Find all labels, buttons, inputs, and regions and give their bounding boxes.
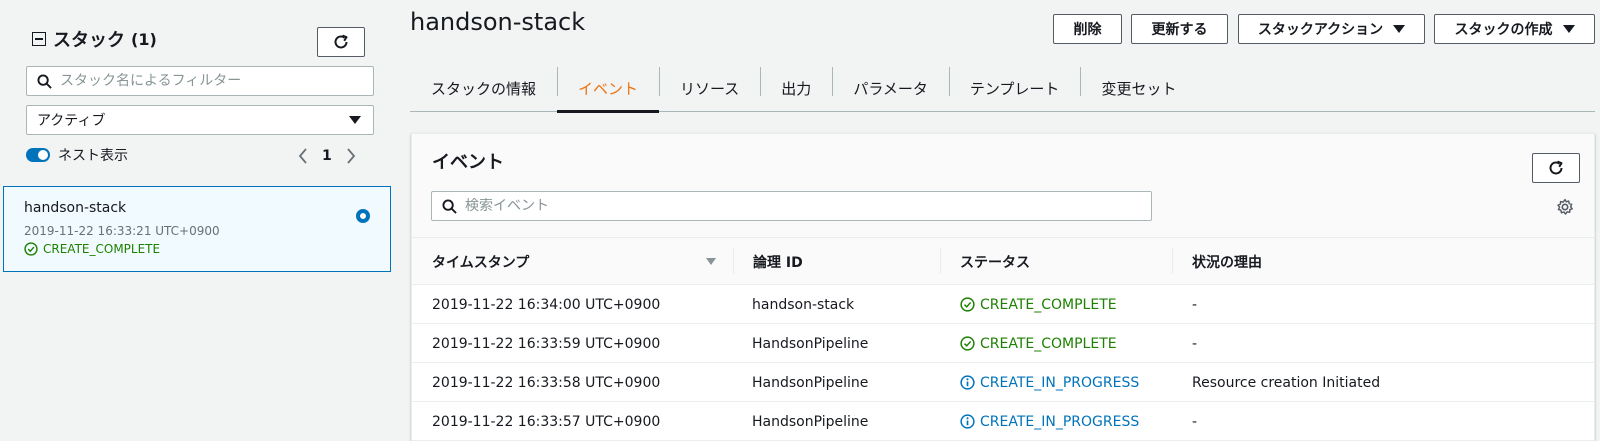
info-icon — [960, 414, 975, 429]
events-title: イベント — [432, 152, 504, 173]
update-button-label: 更新する — [1151, 22, 1208, 38]
stack-status-select[interactable]: アクティブ — [26, 105, 374, 135]
stack-item-status-text: CREATE_COMPLETE — [43, 242, 161, 256]
cell-timestamp: 2019-11-22 16:33:59 UTC+0900 — [432, 335, 661, 352]
events-table-header: タイムスタンプ 論理 ID ステータス 状況の理由 — [412, 238, 1594, 285]
tab-stack-info[interactable]: スタックの情報 — [410, 66, 557, 112]
cell-timestamp: 2019-11-22 16:34:00 UTC+0900 — [432, 296, 661, 313]
stack-item-radio[interactable] — [356, 209, 370, 223]
column-header-timestamp[interactable]: タイムスタンプ — [432, 238, 732, 285]
delete-button-label: 削除 — [1073, 22, 1102, 38]
gear-icon[interactable] — [1556, 198, 1574, 220]
chevron-right-icon[interactable] — [346, 148, 356, 164]
cell-status: CREATE_IN_PROGRESS — [960, 363, 1139, 402]
collapse-icon[interactable] — [32, 32, 46, 46]
stacks-title: スタック (1) — [32, 26, 157, 52]
delete-button[interactable]: 削除 — [1053, 14, 1122, 44]
column-header-logical-id-label: 論理 ID — [753, 254, 803, 271]
search-icon — [442, 198, 457, 214]
stacks-title-text: スタック — [53, 30, 125, 51]
events-search-input[interactable] — [465, 198, 1151, 214]
column-header-status-label: ステータス — [960, 254, 1030, 271]
update-button[interactable]: 更新する — [1131, 14, 1228, 44]
cell-logical-id: HandsonPipeline — [752, 374, 869, 391]
refresh-icon — [334, 34, 348, 49]
success-check-icon — [960, 297, 975, 312]
cell-logical-id: HandsonPipeline — [752, 413, 869, 430]
table-row[interactable]: 2019-11-22 16:33:59 UTC+0900 HandsonPipe… — [412, 324, 1594, 363]
events-panel-header: イベント — [412, 134, 1594, 238]
cell-status: CREATE_COMPLETE — [960, 285, 1117, 324]
page-title: handson-stack — [410, 8, 586, 36]
cell-logical-id: HandsonPipeline — [752, 335, 869, 352]
cell-status-reason: - — [1192, 413, 1198, 430]
stacks-pagination: 1 — [298, 148, 356, 164]
cell-status-reason: - — [1192, 296, 1198, 313]
success-check-icon — [24, 242, 38, 256]
stack-detail-tabs: スタックの情報 イベント リソース 出力 パラメータ テンプレート 変更セット — [410, 66, 1595, 113]
current-page-number[interactable]: 1 — [322, 148, 332, 164]
stack-filter-input[interactable] — [60, 73, 373, 89]
create-stack-button[interactable]: スタックの作成 — [1434, 14, 1595, 44]
stacks-count: (1) — [131, 29, 157, 49]
caret-down-icon — [1562, 25, 1575, 33]
tab-change-sets[interactable]: 変更セット — [1080, 66, 1197, 112]
events-panel: イベント タイムスタンプ 論理 ID — [411, 133, 1595, 441]
events-refresh-button[interactable] — [1532, 153, 1580, 183]
stack-item-time: 2019-11-22 16:33:21 UTC+0900 — [24, 224, 220, 238]
tab-outputs[interactable]: 出力 — [760, 66, 832, 112]
cell-logical-id: handson-stack — [752, 296, 855, 313]
cell-status: CREATE_IN_PROGRESS — [960, 402, 1139, 441]
cell-status-reason: - — [1192, 335, 1198, 352]
cell-status-text: CREATE_IN_PROGRESS — [980, 413, 1140, 430]
stack-filter-search[interactable] — [26, 66, 374, 96]
events-search[interactable] — [431, 191, 1152, 221]
tab-events[interactable]: イベント — [557, 66, 660, 113]
chevron-left-icon[interactable] — [298, 148, 308, 164]
search-icon — [37, 73, 52, 89]
column-header-status[interactable]: ステータス — [940, 238, 1030, 285]
refresh-icon — [1549, 160, 1563, 175]
cell-timestamp: 2019-11-22 16:33:58 UTC+0900 — [432, 374, 661, 391]
stacks-refresh-button[interactable] — [317, 27, 365, 57]
column-header-timestamp-label: タイムスタンプ — [432, 254, 530, 271]
stack-actions-label: スタックアクション — [1257, 22, 1384, 38]
column-header-status-reason-label: 状況の理由 — [1192, 254, 1262, 271]
stack-item-status: CREATE_COMPLETE — [24, 242, 160, 256]
stack-list-item[interactable]: handson-stack 2019-11-22 16:33:21 UTC+09… — [3, 186, 391, 272]
stacks-sidebar: スタック (1) アクティブ ネスト表示 — [0, 0, 392, 441]
nested-view-toggle-row: ネスト表示 — [26, 145, 128, 165]
stack-actions-button[interactable]: スタックアクション — [1238, 14, 1425, 44]
table-row[interactable]: 2019-11-22 16:33:57 UTC+0900 HandsonPipe… — [412, 402, 1594, 441]
column-header-logical-id[interactable]: 論理 ID — [733, 238, 803, 285]
cell-status: CREATE_COMPLETE — [960, 324, 1117, 363]
cell-status-reason: Resource creation Initiated — [1192, 374, 1381, 391]
nested-view-label: ネスト表示 — [58, 148, 128, 164]
caret-down-icon — [1393, 25, 1406, 33]
cell-status-text: CREATE_COMPLETE — [980, 335, 1117, 352]
table-row[interactable]: 2019-11-22 16:33:58 UTC+0900 HandsonPipe… — [412, 363, 1594, 402]
cell-status-text: CREATE_COMPLETE — [980, 296, 1117, 313]
cell-status-text: CREATE_IN_PROGRESS — [980, 374, 1140, 391]
tab-parameters[interactable]: パラメータ — [832, 66, 949, 112]
tab-resources[interactable]: リソース — [659, 66, 760, 112]
info-icon — [960, 375, 975, 390]
nested-view-toggle[interactable] — [26, 148, 50, 162]
cell-timestamp: 2019-11-22 16:33:57 UTC+0900 — [432, 413, 661, 430]
tab-template[interactable]: テンプレート — [948, 66, 1081, 112]
success-check-icon — [960, 336, 975, 351]
stack-status-select-value: アクティブ — [37, 113, 106, 129]
create-stack-label: スタックの作成 — [1454, 22, 1553, 38]
stack-item-name: handson-stack — [24, 200, 127, 216]
column-header-status-reason[interactable]: 状況の理由 — [1172, 238, 1262, 285]
stacks-sidebar-header: スタック (1) アクティブ ネスト表示 — [3, 3, 391, 184]
sort-descending-icon[interactable] — [706, 258, 716, 265]
table-row[interactable]: 2019-11-22 16:34:00 UTC+0900 handson-sta… — [412, 285, 1594, 324]
caret-down-icon — [349, 116, 361, 124]
